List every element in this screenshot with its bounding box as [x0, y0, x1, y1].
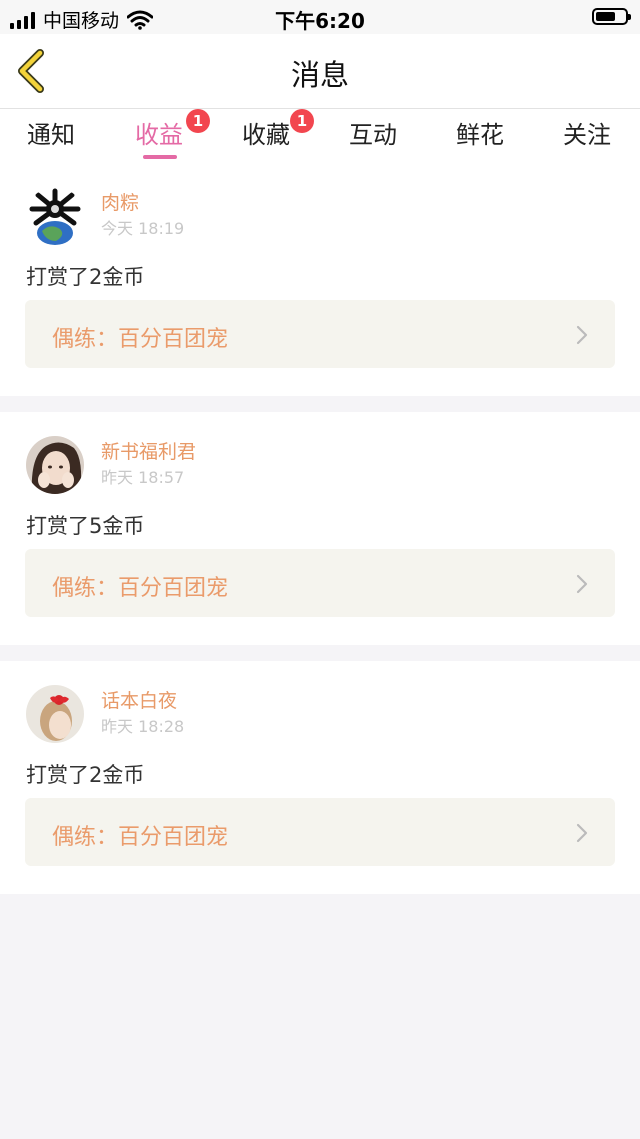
tab-label: 关注 — [563, 121, 611, 149]
message-action: 打赏了2金币 — [26, 265, 145, 289]
message-action: 打赏了5金币 — [26, 514, 145, 538]
message-card: 话本白夜 昨天 18:28 打赏了2金币 偶练：百分百团宠 — [0, 661, 640, 894]
message-time: 昨天 18:57 — [101, 468, 185, 487]
tab-bar: 通知 收益 1 收藏 1 互动 鲜花 关注 — [0, 109, 640, 169]
username[interactable]: 肉粽 — [101, 188, 139, 215]
tab-label: 互动 — [349, 121, 397, 149]
active-tab-indicator — [143, 155, 177, 159]
message-card: 肉粽 今天 18:19 打赏了2金币 偶练：百分百团宠 — [0, 163, 640, 396]
user-avatar[interactable] — [26, 436, 84, 494]
message-action: 打赏了2金币 — [26, 763, 145, 787]
nav-bar: 消息 — [0, 34, 640, 109]
tab-favorites[interactable]: 收藏 1 — [221, 109, 314, 150]
tab-label: 收藏 — [242, 121, 290, 149]
book-link-label: 偶练：百分百团宠 — [52, 576, 229, 601]
battery-icon — [592, 8, 631, 25]
user-avatar[interactable] — [26, 685, 84, 743]
tab-label: 通知 — [27, 121, 75, 149]
status-bar: 中国移动 下午6:20 — [0, 0, 640, 34]
username[interactable]: 话本白夜 — [101, 686, 177, 713]
unread-badge: 1 — [186, 109, 210, 133]
book-link[interactable]: 偶练：百分百团宠 — [25, 300, 615, 368]
book-link-label: 偶练：百分百团宠 — [52, 327, 229, 352]
message-card: 新书福利君 昨天 18:57 打赏了5金币 偶练：百分百团宠 — [0, 412, 640, 645]
page-title: 消息 — [290, 58, 349, 92]
tab-interactions[interactable]: 互动 — [328, 115, 418, 150]
book-link-label: 偶练：百分百团宠 — [52, 825, 229, 850]
chevron-right-icon — [576, 574, 588, 594]
book-link[interactable]: 偶练：百分百团宠 — [25, 798, 615, 866]
tab-label: 收益 — [135, 121, 183, 149]
tab-follows[interactable]: 关注 — [542, 115, 632, 150]
tab-earnings[interactable]: 收益 1 — [114, 109, 210, 159]
username[interactable]: 新书福利君 — [101, 437, 196, 464]
status-time: 下午6:20 — [275, 9, 365, 33]
tab-notifications[interactable]: 通知 — [6, 115, 96, 150]
message-time: 今天 18:19 — [101, 219, 185, 238]
tab-flowers[interactable]: 鲜花 — [435, 115, 525, 150]
book-link[interactable]: 偶练：百分百团宠 — [25, 549, 615, 617]
chevron-right-icon — [576, 823, 588, 843]
message-time: 昨天 18:28 — [101, 717, 185, 736]
user-avatar[interactable] — [26, 187, 84, 245]
chevron-right-icon — [576, 325, 588, 345]
unread-badge: 1 — [290, 109, 314, 133]
tab-label: 鲜花 — [456, 121, 504, 149]
